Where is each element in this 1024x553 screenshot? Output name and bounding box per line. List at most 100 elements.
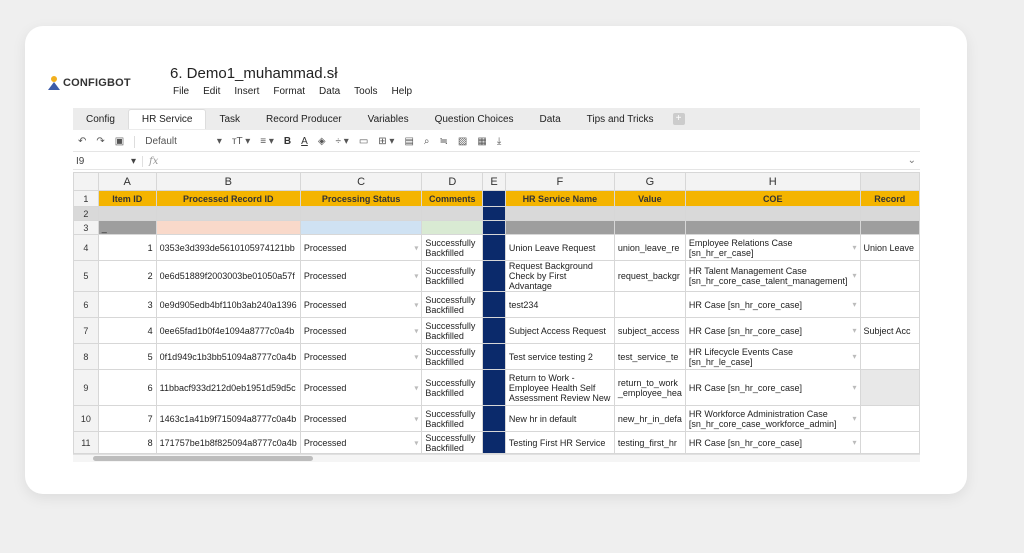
value-cell[interactable]: new_hr_in_defa (613, 405, 686, 432)
service-name-cell[interactable]: Test service testing 2 (504, 343, 615, 370)
text-color-button[interactable]: A (301, 136, 308, 147)
header-comments[interactable]: Comments (421, 190, 484, 207)
service-name-cell[interactable]: New hr in default (504, 405, 615, 432)
col-header-a[interactable]: A (97, 172, 157, 191)
row-number[interactable]: 5 (73, 260, 99, 292)
service-name-cell[interactable]: Request Background Check by First Advant… (504, 260, 615, 292)
item-id-cell[interactable]: 1 (97, 234, 157, 261)
status-cell[interactable]: Processed (299, 291, 423, 318)
row-number[interactable]: 3 (73, 220, 99, 235)
comment-cell[interactable]: Successfully Backfilled (421, 405, 484, 432)
comment-cell[interactable]: Successfully Backfilled (421, 431, 484, 454)
coe-cell[interactable]: HR Workforce Administration Case [sn_hr_… (684, 405, 861, 432)
align-icon[interactable]: ≡ ▾ (260, 136, 274, 147)
comment-cell[interactable]: Successfully Backfilled (421, 260, 484, 292)
separator-cell[interactable] (482, 431, 506, 454)
row-number[interactable]: 7 (73, 317, 99, 344)
coe-cell[interactable]: HR Talent Management Case [sn_hr_core_ca… (684, 260, 861, 292)
record-cell[interactable] (859, 405, 920, 432)
value-cell[interactable] (613, 291, 686, 318)
status-cell[interactable]: Processed (299, 369, 423, 406)
row-number[interactable]: 2 (73, 206, 99, 221)
col-header-h[interactable]: H (684, 172, 861, 191)
document-title[interactable]: 6. Demo1_muhammad.sł (170, 65, 338, 82)
value-cell[interactable]: test_service_te (613, 343, 686, 370)
status-cell[interactable]: Processed (299, 234, 423, 261)
value-cell[interactable]: request_backgr (613, 260, 686, 292)
bold-button[interactable]: B (284, 136, 291, 147)
menu-file[interactable]: File (173, 86, 189, 97)
menu-edit[interactable]: Edit (203, 86, 220, 97)
separator-cell[interactable] (482, 369, 506, 406)
record-cell[interactable] (859, 291, 920, 318)
search-icon[interactable]: ⌕ (424, 136, 430, 147)
menu-format[interactable]: Format (273, 86, 305, 97)
header-record[interactable]: Record (859, 190, 920, 207)
tab-task[interactable]: Task (206, 110, 253, 129)
value-cell[interactable]: subject_access (613, 317, 686, 344)
separator-cell[interactable] (482, 317, 506, 344)
record-id-cell[interactable]: 0e6d51889f2003003be01050a57f (155, 260, 301, 292)
item-id-cell[interactable]: 6 (97, 369, 157, 406)
font-select[interactable]: Default (145, 136, 177, 147)
col-header-d[interactable]: D (421, 172, 484, 191)
tab-record-producer[interactable]: Record Producer (253, 110, 355, 129)
separator-cell[interactable] (482, 234, 506, 261)
horizontal-scrollbar[interactable] (73, 454, 920, 462)
status-cell[interactable]: Processed (299, 317, 423, 344)
download-icon[interactable]: ⤓ (497, 136, 501, 147)
header-coe[interactable]: COE (684, 190, 861, 207)
item-id-cell[interactable]: 4 (97, 317, 157, 344)
row-number[interactable]: 10 (73, 405, 99, 432)
record-cell[interactable] (859, 343, 920, 370)
record-id-cell[interactable]: 11bbacf933d212d0eb1951d59d5c (155, 369, 301, 406)
comment-cell[interactable]: Successfully Backfilled (421, 317, 484, 344)
separator-cell[interactable] (482, 260, 506, 292)
row-number[interactable]: 6 (73, 291, 99, 318)
record-cell[interactable] (859, 431, 920, 454)
chevron-down-icon[interactable]: ▾ (217, 136, 222, 147)
corner-cell[interactable] (73, 172, 99, 191)
comment-cell[interactable]: Successfully Backfilled (421, 234, 484, 261)
item-id-cell[interactable]: 2 (97, 260, 157, 292)
record-id-cell[interactable]: 171757be1b8f825094a8777c0a4b (155, 431, 301, 454)
table-icon[interactable]: ▭ (359, 136, 368, 147)
row-number[interactable]: 8 (73, 343, 99, 370)
record-cell[interactable]: Union Leave (859, 234, 920, 261)
col-header-b[interactable]: B (155, 172, 301, 191)
header-processing-status[interactable]: Processing Status (299, 190, 423, 207)
tab-hr-service[interactable]: HR Service (127, 109, 207, 129)
coe-cell[interactable]: HR Case [sn_hr_core_case] (684, 369, 861, 406)
record-cell[interactable] (859, 260, 920, 292)
menu-help[interactable]: Help (392, 86, 413, 97)
item-id-cell[interactable]: 8 (97, 431, 157, 454)
menu-insert[interactable]: Insert (234, 86, 259, 97)
record-id-cell[interactable]: 0ee65fad1b0f4e1094a8777c0a4b (155, 317, 301, 344)
item-id-cell[interactable]: 5 (97, 343, 157, 370)
service-name-cell[interactable]: test234 (504, 291, 615, 318)
service-name-cell[interactable]: Union Leave Request (504, 234, 615, 261)
col-header-f[interactable]: F (504, 172, 615, 191)
value-cell[interactable]: return_to_work _employee_hea (613, 369, 686, 406)
row-number[interactable]: 1 (73, 190, 99, 207)
filter-icon[interactable]: ≒ (440, 136, 448, 147)
expand-chevron-icon[interactable]: ⌄ (908, 155, 916, 166)
chevron-down-icon[interactable]: ▾ (131, 156, 136, 167)
status-cell[interactable]: Processed (299, 260, 423, 292)
header-processed-record-id[interactable]: Processed Record ID (155, 190, 301, 207)
menu-tools[interactable]: Tools (354, 86, 377, 97)
separator-cell[interactable] (482, 291, 506, 318)
value-cell[interactable]: testing_first_hr (613, 431, 686, 454)
comment-cell[interactable]: Successfully Backfilled (421, 369, 484, 406)
value-cell[interactable]: union_leave_re (613, 234, 686, 261)
tab-config[interactable]: Config (73, 110, 128, 129)
row-number[interactable]: 9 (73, 369, 99, 406)
tab-data[interactable]: Data (527, 110, 574, 129)
record-id-cell[interactable]: 0e9d905edb4bf110b3ab240a1396 (155, 291, 301, 318)
row-number[interactable]: 11 (73, 431, 99, 454)
tab-variables[interactable]: Variables (355, 110, 422, 129)
record-cell[interactable]: Subject Acc (859, 317, 920, 344)
redo-icon[interactable]: ↷ (96, 136, 104, 147)
coe-cell[interactable]: HR Case [sn_hr_core_case] (684, 317, 861, 344)
status-cell[interactable]: Processed (299, 431, 423, 454)
